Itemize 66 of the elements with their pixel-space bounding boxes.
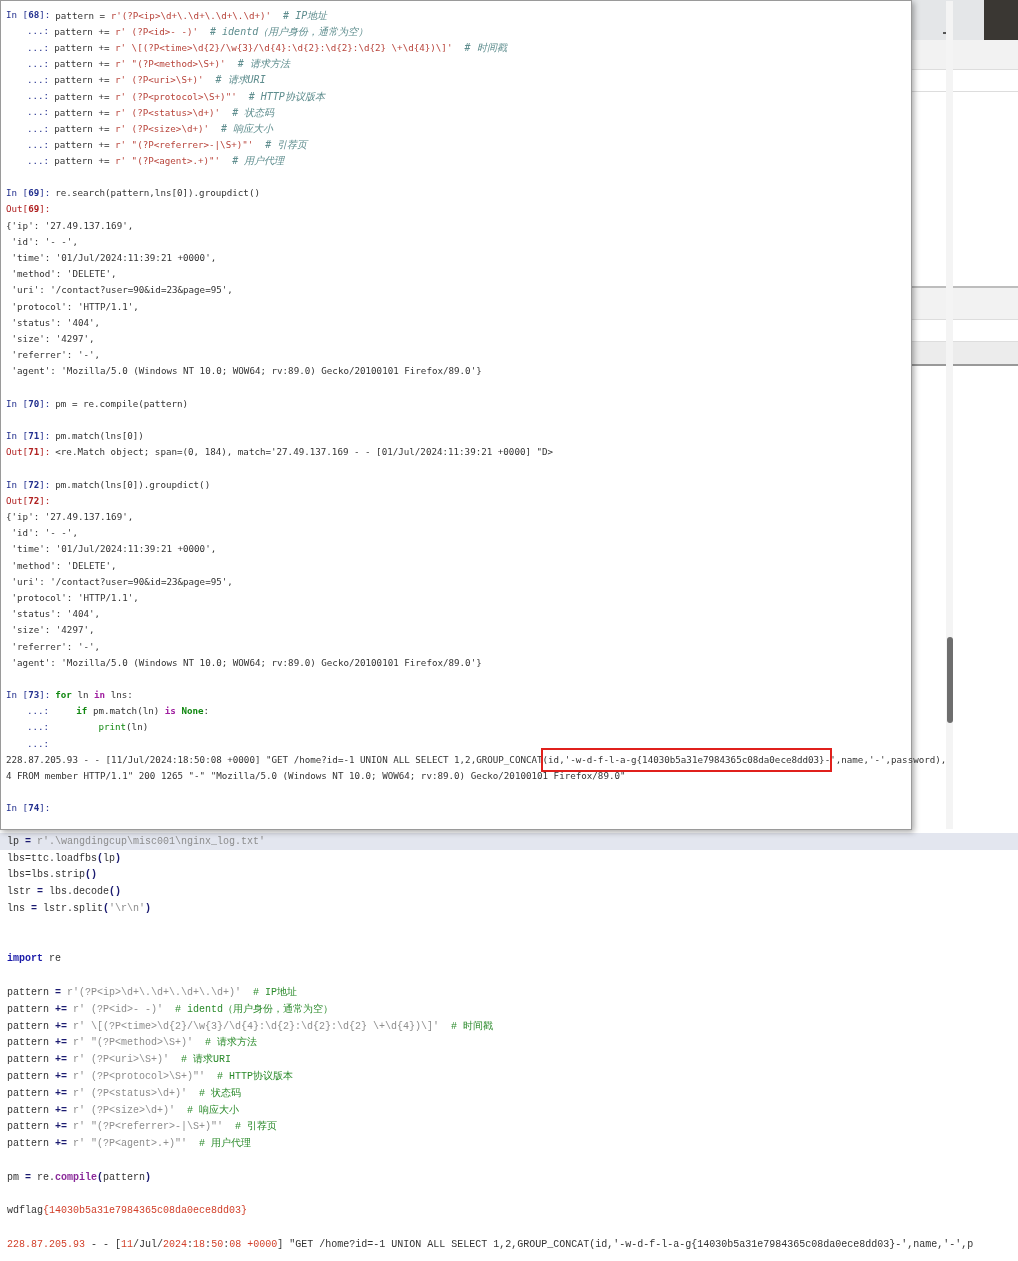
code-line: 'method': 'DELETE', bbox=[10, 267, 117, 281]
continuation-prompt: ...: bbox=[26, 137, 50, 152]
code-line: 'method': 'DELETE', bbox=[10, 558, 117, 573]
continuation-prompt: ...: bbox=[26, 105, 50, 120]
code-line: {'ip': '27.49.137.169', bbox=[6, 510, 134, 524]
code-line: 'id': '- -', bbox=[10, 234, 78, 249]
continuation-prompt: ...: bbox=[26, 72, 50, 87]
code-line: if pm.match(ln) is None: bbox=[75, 704, 210, 719]
output-text: ',name,'-',password), bbox=[830, 752, 947, 767]
input-prompt: In [70]: bbox=[6, 396, 51, 411]
input-prompt: In [74]: bbox=[6, 801, 51, 816]
input-prompt: In [73]: bbox=[6, 688, 51, 702]
code-line: 'agent': 'Mozilla/5.0 (Windows NT 10.0; WOW64; rv:89.0) Gecko/20100101 Firefox/89.0'} bbox=[10, 364, 482, 379]
continuation-prompt: ...: bbox=[26, 153, 50, 168]
continuation-prompt: ...: bbox=[26, 56, 50, 71]
input-prompt: In [69]: bbox=[6, 186, 51, 201]
code-line: pattern += r' \[(?P<time>\d{2}/\w{3}/\d{4}:\d{2}:\d{2}:\d{2} \+\d{4})\]' # 时间戳 bbox=[54, 40, 507, 55]
continuation-prompt: ...: bbox=[26, 24, 50, 39]
input-prompt: In [71]: bbox=[6, 429, 51, 443]
output-prompt: Out[71]: bbox=[6, 445, 51, 460]
continuation-prompt: ...: bbox=[26, 89, 50, 103]
continuation-prompt: ...: bbox=[26, 40, 50, 55]
code-line: pattern += r' "(?P<agent>.+)"' # 用户代理 bbox=[54, 154, 285, 169]
input-prompt: In [72]: bbox=[6, 477, 51, 492]
code-line: 'protocol': 'HTTP/1.1', bbox=[10, 299, 139, 314]
continuation-prompt: ...: bbox=[26, 704, 50, 719]
highlighted-text: (id,'-w-d-f-l-a-g{14030b5a31e7984365c08da0ece8dd03}- bbox=[540, 747, 833, 772]
code-line: {'ip': '27.49.137.169', bbox=[6, 218, 134, 233]
code-line: pattern += r' (?P<protocol>\S+)"' # HTTP协议版本 bbox=[54, 89, 325, 104]
code-line: 'time': '01/Jul/2024:11:39:21 +0000', bbox=[10, 251, 217, 265]
continuation-prompt: ...: bbox=[26, 720, 50, 735]
code-line: pattern = r'(?P<ip>\d+\.\d+\.\d+\.\d+)' # IP地址 bbox=[55, 8, 328, 23]
code-line: 'time': '01/Jul/2024:11:39:21 +0000', bbox=[10, 542, 217, 557]
code-line: pattern += r' (?P<id>- -)' # identd（用户身份，通常为空） bbox=[54, 24, 369, 39]
scrollbar-thumb[interactable] bbox=[947, 637, 954, 723]
code-line: 'agent': 'Mozilla/5.0 (Windows NT 10.0; WOW64; rv:89.0) Gecko/20100101 Firefox/89.0'} bbox=[10, 655, 482, 670]
code-line: pattern += r' "(?P<method>\S+)' # 请求方法 bbox=[54, 57, 290, 72]
code-line: 'status': '404', bbox=[10, 315, 101, 330]
code-line: pm.match(lns[0]).groupdict() bbox=[55, 477, 211, 492]
code-line: 'size': '4297', bbox=[10, 623, 95, 638]
output-text: 228.87.205.93 - - [11/Jul/2024:18:50:08 +0000] "GET /home?id=-1 UNION ALL SELECT 1,2,GROUP_CONCAT bbox=[6, 752, 543, 767]
code-line: 'protocol': 'HTTP/1.1', bbox=[10, 590, 139, 605]
code-line: 'size': '4297', bbox=[10, 331, 95, 346]
code-line: pm = re.compile(pattern) bbox=[55, 396, 189, 411]
code-line: for ln in lns: bbox=[55, 688, 133, 702]
output-prompt: Out[69]: bbox=[6, 202, 51, 217]
code-line: print(ln) bbox=[97, 720, 149, 735]
code-line: 4 FROM member HTTP/1.1" 200 1265 "-" "Mozilla/5.0 (Windows NT 10.0; WOW64; rv:89.0) Gecko/20100101 Firefox/89.0" bbox=[6, 769, 626, 783]
continuation-prompt: ...: bbox=[26, 121, 50, 136]
code-line: pattern += r' (?P<uri>\S+)' # 请求URI bbox=[54, 73, 266, 88]
code-line: 'referrer': '-', bbox=[10, 639, 101, 654]
code-line: 'uri': '/contact?user=90&id=23&page=95', bbox=[10, 574, 233, 589]
input-prompt: In [68]: bbox=[6, 8, 51, 22]
code-line: 'id': '- -', bbox=[10, 526, 78, 540]
code-line: 'status': '404', bbox=[10, 607, 101, 621]
dark-panel bbox=[984, 0, 1018, 40]
code-line: pm.match(lns[0]) bbox=[55, 429, 144, 443]
continuation-prompt: ...: bbox=[26, 736, 50, 751]
code-line: pattern += r' (?P<status>\d+)' # 状态码 bbox=[54, 105, 275, 120]
code-line: 'referrer': '-', bbox=[10, 348, 101, 362]
output-prompt: Out[72]: bbox=[6, 493, 51, 508]
code-line: pattern += r' "(?P<referrer>-|\S+)"' # 引荐页 bbox=[54, 138, 308, 153]
code-line: <re.Match object; span=(0, 184), match='27.49.137.169 - - [01/Jul/2024:11:39:21 +0000] "D> bbox=[55, 445, 554, 460]
code-line: re.search(pattern,lns[0]).groupdict() bbox=[55, 186, 260, 201]
code-line: 'uri': '/contact?user=90&id=23&page=95', bbox=[10, 283, 233, 298]
code-line: pattern += r' (?P<size>\d+)' # 响应大小 bbox=[54, 121, 274, 136]
